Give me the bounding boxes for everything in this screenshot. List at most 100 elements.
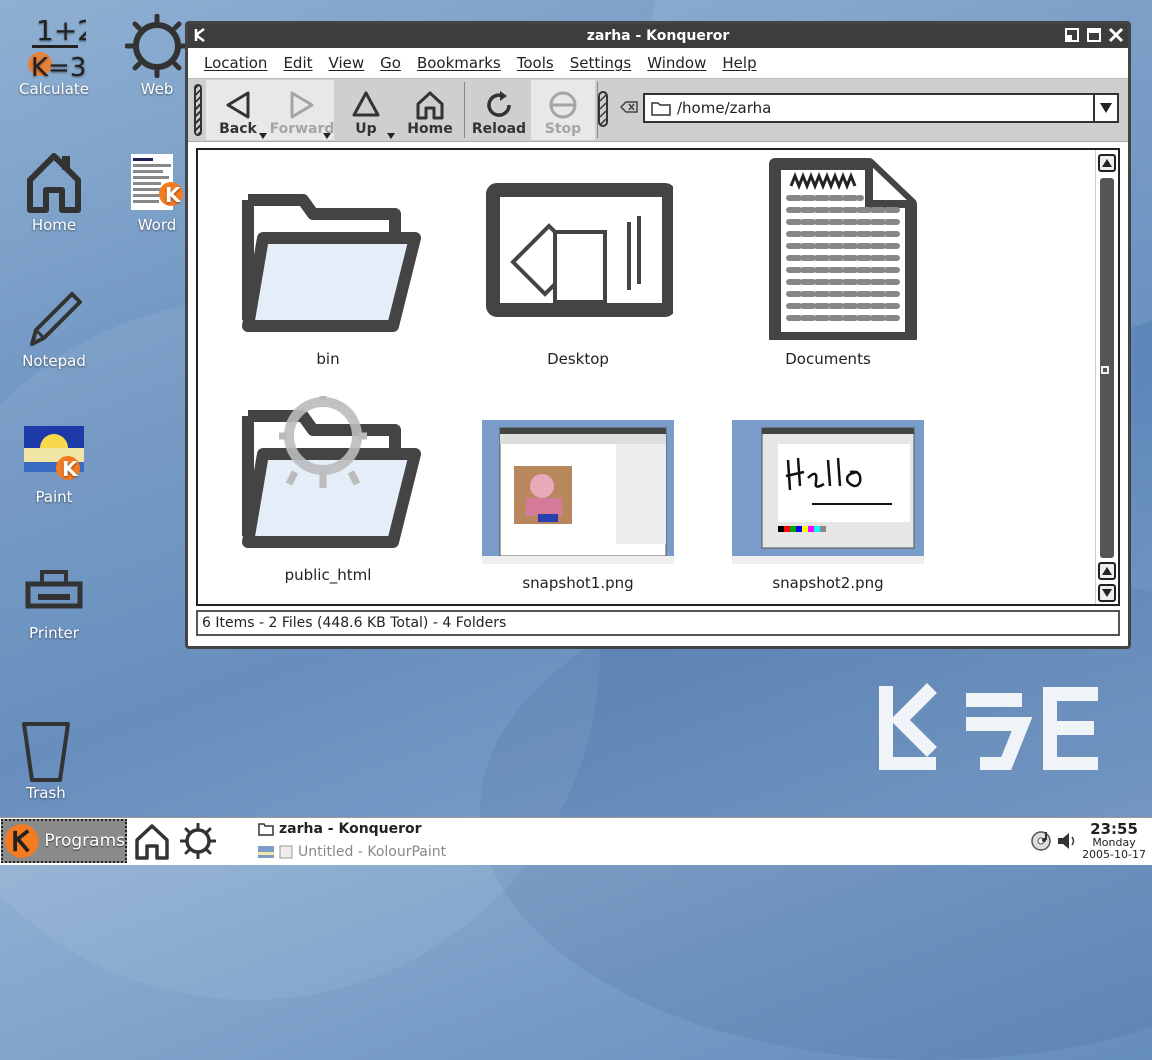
menu-edit[interactable]: Edit	[275, 54, 320, 72]
arrow-up-icon	[1102, 567, 1112, 575]
up-button[interactable]: Up	[334, 80, 398, 140]
toolbar-separator	[464, 82, 465, 138]
desktop-icon-label: Paint	[35, 488, 73, 506]
task-konqueror[interactable]: zarha - Konqueror	[258, 821, 422, 837]
file-name: Documents	[785, 350, 871, 368]
main-toolbar: Back Forward Up Home Reload Stop /home/z…	[188, 78, 1128, 142]
file-name: public_html	[284, 566, 372, 584]
clear-location-icon[interactable]	[619, 101, 638, 116]
task-kolourpaint[interactable]: Untitled - KolourPaint	[258, 844, 446, 860]
scroll-up-button[interactable]	[1098, 154, 1116, 172]
volume-icon[interactable]	[1056, 830, 1078, 852]
desktop-icon-calculate[interactable]: 1+2 K=3 Calculate	[2, 14, 106, 98]
location-bar[interactable]: /home/zarha	[643, 93, 1119, 123]
up-history-arrow-icon[interactable]	[387, 133, 395, 139]
scroll-thumb[interactable]	[1101, 366, 1109, 374]
desktop-icon-paint[interactable]: K Paint	[2, 422, 106, 506]
folder-small-icon	[258, 823, 274, 836]
file-item-public-html[interactable]: public_html	[218, 392, 438, 584]
trash-icon	[22, 722, 70, 782]
web-launcher-icon[interactable]	[180, 823, 216, 859]
status-bar: 6 Items - 2 Files (448.6 KB Total) - 4 F…	[196, 610, 1120, 636]
programs-menu-button[interactable]: Programs	[1, 819, 127, 863]
kde-menu-icon[interactable]	[193, 27, 209, 43]
desktop-icon-label: Trash	[26, 784, 66, 802]
desktop-icon-trash[interactable]: Trash	[0, 718, 98, 802]
kde-k-icon	[4, 824, 39, 858]
home-launcher-icon[interactable]	[134, 822, 170, 860]
file-item-snapshot1[interactable]: snapshot1.png	[468, 420, 688, 592]
menu-window[interactable]: Window	[639, 54, 714, 72]
menu-bookmarks[interactable]: Bookmarks	[409, 54, 509, 72]
scroll-down-button[interactable]	[1098, 584, 1116, 602]
location-dropdown-button[interactable]	[1093, 95, 1117, 121]
back-button[interactable]: Back	[206, 80, 270, 140]
window-titlebar[interactable]: zarha - Konqueror	[188, 24, 1128, 48]
menu-location[interactable]: Location	[196, 54, 275, 72]
maximize-icon[interactable]	[1086, 27, 1102, 43]
menu-view[interactable]: View	[321, 54, 373, 72]
taskbar: Programs zarha - Konqueror Untitled - Ko…	[0, 817, 1152, 865]
globe-search-icon	[125, 14, 189, 78]
file-name: Desktop	[547, 350, 609, 368]
svg-text:K: K	[62, 457, 79, 481]
arrow-up-icon	[1102, 159, 1112, 167]
folder-small-icon	[651, 102, 671, 116]
menu-bar: Location Edit View Go Bookmarks Tools Se…	[188, 48, 1128, 78]
home-icon	[27, 153, 81, 213]
back-history-arrow-icon[interactable]	[259, 133, 267, 139]
kde-logo	[879, 683, 1098, 770]
file-item-snapshot2[interactable]: snapshot2.png	[718, 420, 938, 592]
image-thumbnail	[732, 420, 924, 564]
clock-time: 23:55	[1090, 820, 1138, 838]
location-input[interactable]: /home/zarha	[677, 99, 1093, 117]
vertical-scrollbar[interactable]	[1095, 150, 1118, 604]
home-button[interactable]: Home	[398, 80, 462, 140]
desktop-icon-label: Printer	[29, 624, 79, 642]
file-name: bin	[316, 350, 340, 368]
folder-icon	[242, 194, 421, 332]
svg-text:K=3: K=3	[31, 53, 86, 78]
up-label: Up	[355, 121, 377, 137]
document-icon	[769, 158, 917, 344]
reload-button[interactable]: Reload	[467, 80, 531, 140]
home-label: Home	[407, 121, 453, 137]
menu-tools[interactable]: Tools	[509, 54, 562, 72]
menu-go[interactable]: Go	[372, 54, 409, 72]
pencil-icon	[30, 292, 82, 346]
home-icon	[416, 91, 444, 120]
file-item-desktop[interactable]: Desktop	[468, 180, 688, 368]
toolbar-grip[interactable]	[194, 84, 202, 136]
scroll-up-button-bottom[interactable]	[1098, 562, 1116, 580]
paint-small-icon	[258, 846, 274, 858]
reload-label: Reload	[471, 121, 527, 137]
desktop-icon-home[interactable]: Home	[2, 150, 106, 234]
file-item-documents[interactable]: Documents	[718, 158, 938, 368]
desktop-icon-notepad[interactable]: Notepad	[2, 286, 106, 370]
close-icon[interactable]	[1108, 27, 1124, 43]
file-item-bin[interactable]: bin	[218, 180, 438, 368]
image-thumbnail	[482, 420, 674, 564]
task-label: zarha - Konqueror	[279, 821, 422, 837]
forward-button[interactable]: Forward	[270, 80, 334, 140]
up-arrow-icon	[352, 91, 380, 117]
menu-help[interactable]: Help	[714, 54, 764, 72]
stop-button[interactable]: Stop	[531, 80, 595, 140]
forward-history-arrow-icon[interactable]	[323, 133, 331, 139]
desktop-icon	[486, 183, 676, 317]
calculator-icon: 1+2 K=3	[28, 14, 86, 78]
desktop-icon-printer[interactable]: Printer	[2, 558, 106, 642]
file-view[interactable]: bin Desktop Documents public_html snapsh…	[196, 148, 1120, 606]
location-toolbar-grip[interactable]	[598, 91, 608, 127]
word-processor-icon: K	[131, 154, 183, 210]
cd-player-icon[interactable]	[1030, 830, 1052, 852]
menu-settings[interactable]: Settings	[562, 54, 640, 72]
programs-label: Programs	[44, 831, 125, 851]
back-arrow-icon	[226, 91, 250, 119]
stop-icon	[549, 91, 577, 119]
minimize-icon[interactable]	[1064, 27, 1080, 43]
stop-label: Stop	[544, 121, 582, 137]
clock[interactable]: 23:55 Monday 2005-10-17	[1082, 821, 1146, 861]
web-folder-icon	[242, 392, 421, 548]
file-name: snapshot1.png	[522, 574, 634, 592]
